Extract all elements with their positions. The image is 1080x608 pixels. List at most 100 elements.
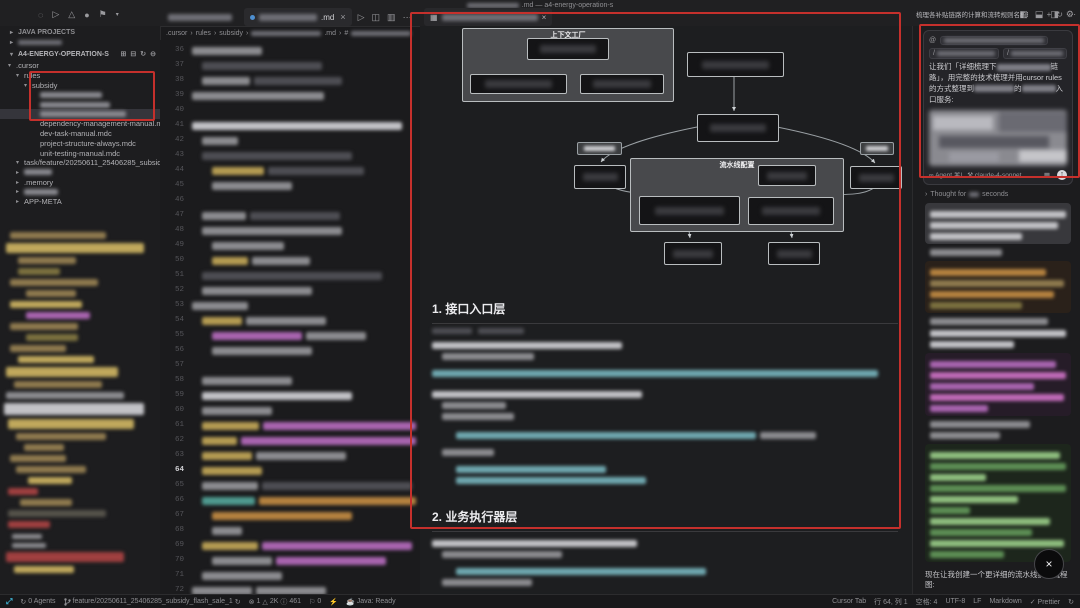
- tree-item-project-structure-always-mdc[interactable]: project-structure-always.mdc: [0, 139, 160, 149]
- blurred-segment: [10, 345, 66, 352]
- indent-status[interactable]: 空格: 4: [916, 597, 938, 607]
- bolt-icon[interactable]: ⚡: [329, 598, 338, 606]
- chevron-down-icon[interactable]: ▾: [116, 11, 119, 18]
- tree-item[interactable]: ▸: [0, 187, 160, 197]
- tab-active[interactable]: .md ×: [244, 8, 352, 26]
- line-number: 67: [160, 508, 184, 523]
- java-status[interactable]: ☕Java: Ready: [346, 598, 396, 606]
- line-number: 66: [160, 493, 184, 508]
- tree-item-dev-task-manual-mdc[interactable]: dev-task-manual.mdc: [0, 129, 160, 139]
- more-actions-icon[interactable]: ⋯: [403, 12, 412, 23]
- blurred-code-line: [192, 343, 416, 358]
- split-editor-icon[interactable]: ◫: [372, 12, 381, 23]
- close-icon[interactable]: ×: [340, 12, 345, 22]
- more-icon[interactable]: ⋯: [1068, 10, 1076, 19]
- code-editor[interactable]: 3637383940414243444546474849505152535455…: [160, 40, 420, 595]
- cursor-tab-status[interactable]: Cursor Tab: [832, 598, 866, 605]
- search-icon[interactable]: ◌: [38, 10, 43, 20]
- blurred-code-line: [192, 118, 416, 133]
- test-icon[interactable]: △: [68, 9, 75, 20]
- tree-item-dependency-management-manual-m[interactable]: dependency-management-manual.mdc: [0, 119, 160, 129]
- run-file-icon[interactable]: ▷: [358, 12, 365, 23]
- close-icon[interactable]: ×: [542, 13, 547, 22]
- diagram-node: [850, 166, 902, 189]
- tree-item-task-feature-20250611-25406285[interactable]: ▾task/feature/20250611_25406285_subsidy_…: [0, 158, 160, 168]
- new-chat-icon[interactable]: +: [1047, 10, 1052, 19]
- blurred-line: [930, 394, 1066, 401]
- collapse-all-icon[interactable]: ⊖: [150, 50, 156, 58]
- tree-item-subsidy[interactable]: ▾subsidy: [0, 80, 160, 90]
- blurred-segment: [306, 332, 366, 340]
- line-number: 58: [160, 373, 184, 388]
- blurred-segment: [192, 302, 248, 310]
- blurred-segment: [212, 242, 284, 250]
- model-selector[interactable]: ⚒ claude-4-sonnet: [967, 171, 1021, 179]
- problems-status[interactable]: ⊗1 △2K ⓘ461: [249, 597, 301, 607]
- markdown-preview-pane[interactable]: 上下文工厂 流水线配置 1. 接口入: [420, 26, 912, 595]
- breadcrumb-subsidy[interactable]: subsidy: [219, 30, 243, 37]
- tab-inactive[interactable]: [162, 8, 238, 26]
- sync-icon[interactable]: ↻: [1068, 598, 1074, 606]
- new-folder-icon[interactable]: ⊟: [130, 50, 136, 58]
- run-icon[interactable]: ▷: [52, 9, 59, 20]
- language-status[interactable]: Markdown: [989, 598, 1021, 605]
- refresh-icon[interactable]: ↻: [140, 50, 146, 58]
- section-java-projects[interactable]: ▸ JAVA PROJECTS: [0, 26, 160, 36]
- tree-item-label: project-structure-always.mdc: [40, 139, 136, 148]
- chat-tab-title[interactable]: 梳理各补贴链路的计算和流转规则名梳理: [916, 9, 1028, 19]
- context-pill[interactable]: [940, 36, 1048, 45]
- blurred-segment: [212, 557, 272, 565]
- line-col-status[interactable]: 行 64, 列 1: [874, 597, 907, 607]
- blurred-segment: [930, 529, 1032, 536]
- line-number: 45: [160, 178, 184, 193]
- workspace-header[interactable]: ▾ A4-ENERGY-OPERATION-S ⊞ ⊟ ↻ ⊖: [0, 46, 160, 60]
- blurred-code-line: [192, 328, 416, 343]
- floating-action-button[interactable]: ×: [1034, 549, 1064, 579]
- eol-status[interactable]: LF: [973, 598, 981, 605]
- prettier-status[interactable]: ✓ Prettier: [1030, 598, 1060, 606]
- blurred-segment: [202, 272, 382, 280]
- chevron-right-icon: ▸: [8, 39, 15, 46]
- blurred-segment: [930, 452, 1060, 459]
- tree-item[interactable]: [0, 109, 160, 119]
- at-icon[interactable]: @: [929, 37, 936, 44]
- tree-item--cursor[interactable]: ▾.cursor: [0, 61, 160, 71]
- remote-indicator-icon[interactable]: ⤢: [6, 597, 12, 607]
- line-number: 39: [160, 88, 184, 103]
- send-button[interactable]: ↑: [1057, 170, 1067, 180]
- context-pill[interactable]: /: [1003, 48, 1067, 59]
- tree-item-unit-testing-manual-mdc[interactable]: unit-testing-manual.mdc: [0, 148, 160, 158]
- new-file-icon[interactable]: ⊞: [121, 50, 127, 58]
- bookmark-icon[interactable]: ⚑: [99, 9, 107, 20]
- blurred-segment: [930, 405, 988, 412]
- history-icon[interactable]: ↻: [1056, 10, 1063, 19]
- tree-item[interactable]: ▸: [0, 168, 160, 178]
- attached-image[interactable]: [929, 110, 1067, 166]
- tree-item[interactable]: [0, 90, 160, 100]
- tree-item-label: subsidy: [32, 81, 57, 90]
- git-branch[interactable]: feature/20250611_25406285_subsidy_flash_…: [64, 598, 241, 606]
- encoding-status[interactable]: UTF-8: [945, 598, 965, 605]
- agent-mode[interactable]: ∞ Agent ⌘I: [929, 171, 962, 179]
- image-icon[interactable]: ▦: [1044, 171, 1050, 179]
- context-pill[interactable]: /: [929, 48, 999, 59]
- blurred-line: [16, 466, 160, 473]
- preview-tab[interactable]: ▦ ×: [424, 8, 552, 26]
- record-icon[interactable]: ●: [84, 10, 89, 20]
- thought-row[interactable]: › Thought for seconds: [925, 191, 1071, 198]
- modified-dot-icon: [250, 15, 255, 20]
- tree-item-app-meta[interactable]: ▸APP-META: [0, 197, 160, 207]
- breadcrumb-cursor[interactable]: .cursor: [166, 30, 187, 37]
- section-blurred[interactable]: ▸: [0, 36, 160, 46]
- flag-status[interactable]: ⚐0: [309, 598, 321, 606]
- breadcrumb[interactable]: .cursor› rules› subsidy› .md› #: [166, 27, 416, 40]
- chat-header-icons: + ↻ ⋯: [1047, 10, 1076, 19]
- tree-item[interactable]: [0, 100, 160, 110]
- tree-item--memory[interactable]: ▸.memory: [0, 177, 160, 187]
- blurred-segment: [250, 212, 340, 220]
- layout-icon[interactable]: ▥: [387, 12, 396, 23]
- breadcrumb-rules[interactable]: rules: [196, 30, 211, 37]
- blurred-code-line: [192, 223, 416, 238]
- agents-status[interactable]: ↻0 Agents: [20, 598, 55, 606]
- tree-item-rules[interactable]: ▾rules: [0, 71, 160, 81]
